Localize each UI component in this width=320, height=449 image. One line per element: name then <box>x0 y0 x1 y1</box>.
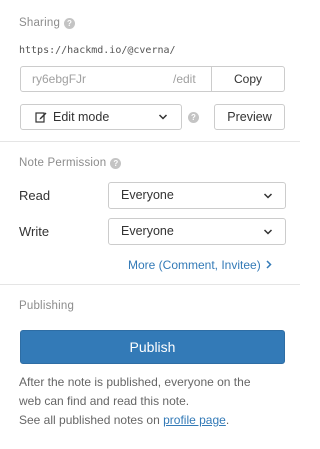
publish-desc-prefix: See all published notes on <box>19 413 164 427</box>
chevron-down-icon <box>158 113 168 121</box>
section-divider <box>0 284 300 285</box>
write-permission-value: Everyone <box>121 224 174 238</box>
section-divider <box>0 141 300 142</box>
pencil-icon <box>35 111 47 123</box>
publish-desc-line3: See all published notes on profile page. <box>19 411 281 430</box>
permission-title-text: Note Permission <box>19 157 107 169</box>
chevron-down-icon <box>263 192 273 200</box>
copy-button[interactable]: Copy <box>211 67 284 91</box>
publish-description: After the note is published, everyone on… <box>19 373 281 430</box>
read-permission-value: Everyone <box>121 188 174 202</box>
publishing-section-title: Publishing <box>19 300 74 312</box>
chevron-down-icon <box>263 228 273 236</box>
write-permission-select[interactable]: Everyone <box>108 218 286 245</box>
help-icon[interactable]: ? <box>110 157 122 169</box>
publish-desc-line2: web can find and read this note. <box>19 394 190 408</box>
sharing-section-title: Sharing ? <box>19 17 76 29</box>
profile-page-link[interactable]: profile page <box>163 413 226 427</box>
help-icon[interactable]: ? <box>188 112 199 123</box>
share-url-suffix: /edit <box>173 72 196 86</box>
write-label: Write <box>19 224 50 239</box>
read-label: Read <box>19 188 51 203</box>
publish-button[interactable]: Publish <box>20 330 285 364</box>
publish-desc-suffix: . <box>225 413 230 427</box>
publish-desc-line1: After the note is published, everyone on… <box>19 375 251 389</box>
more-permissions-link[interactable]: More (Comment, Invitee) <box>128 258 272 272</box>
sharing-title-text: Sharing <box>19 17 61 29</box>
chevron-right-icon <box>266 258 272 272</box>
read-permission-select[interactable]: Everyone <box>108 182 286 209</box>
help-icon[interactable]: ? <box>64 17 76 29</box>
edit-mode-dropdown[interactable]: Edit mode <box>20 104 182 130</box>
more-permissions-label: More (Comment, Invitee) <box>128 258 261 272</box>
share-url-prefix: https://hackmd.io/@cverna/ <box>19 45 176 56</box>
preview-button[interactable]: Preview <box>214 104 285 130</box>
edit-mode-label: Edit mode <box>53 110 110 124</box>
share-link-input-group: ry6ebgFJr /edit Copy <box>20 66 285 92</box>
publishing-title-text: Publishing <box>19 300 75 312</box>
permission-section-title: Note Permission ? <box>19 157 122 169</box>
share-slug-field[interactable]: ry6ebgFJr <box>21 67 173 91</box>
